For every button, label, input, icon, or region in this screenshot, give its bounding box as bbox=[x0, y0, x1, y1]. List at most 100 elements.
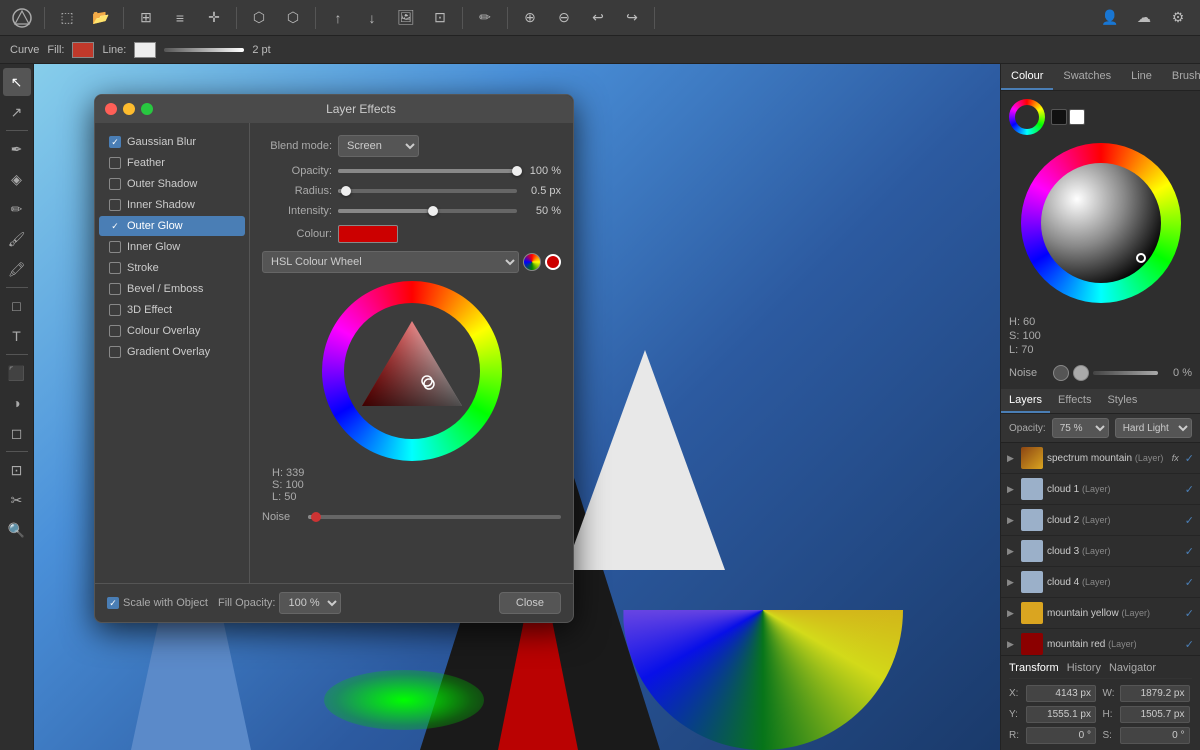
tab-swatches[interactable]: Swatches bbox=[1053, 64, 1121, 90]
effect-checkbox-inner-glow[interactable] bbox=[109, 241, 121, 253]
tab-styles[interactable]: Styles bbox=[1099, 389, 1145, 413]
expand-icon-mountain-yellow[interactable]: ▶ bbox=[1007, 608, 1017, 619]
color-wheel-select[interactable]: HSL Colour Wheel RGB Sliders CMYK Slider… bbox=[262, 251, 519, 273]
effect-gaussian-blur[interactable]: ✓ Gaussian Blur bbox=[99, 132, 245, 152]
crop-tool[interactable]: ⊡ bbox=[3, 456, 31, 484]
layer-item-cloud1[interactable]: ▶ cloud 1 (Layer) ✓ bbox=[1001, 474, 1200, 505]
layer-item-cloud2[interactable]: ▶ cloud 2 (Layer) ✓ bbox=[1001, 505, 1200, 536]
expand-icon-cloud1[interactable]: ▶ bbox=[1007, 484, 1017, 495]
zoom-out-icon[interactable]: ⊖ bbox=[550, 4, 578, 32]
slice-tool[interactable]: ✂ bbox=[3, 486, 31, 514]
layer-vis-cloud4[interactable]: ✓ bbox=[1185, 576, 1194, 589]
grid-icon[interactable]: ⊞ bbox=[132, 4, 160, 32]
colour-swatch[interactable] bbox=[338, 225, 398, 243]
transform-icon[interactable]: ⬡ bbox=[245, 4, 273, 32]
effect-checkbox-outer-shadow[interactable] bbox=[109, 178, 121, 190]
tab-brushes[interactable]: Brushes bbox=[1162, 64, 1200, 90]
brush-tool[interactable]: 🖌 bbox=[3, 225, 31, 253]
expand-icon-cloud4[interactable]: ▶ bbox=[1007, 577, 1017, 588]
transform-tab-navigator[interactable]: Navigator bbox=[1109, 662, 1156, 674]
direct-select-tool[interactable]: ↗ bbox=[3, 98, 31, 126]
mirror-icon[interactable]: ⬡ bbox=[279, 4, 307, 32]
layer-vis-cloud1[interactable]: ✓ bbox=[1185, 483, 1194, 496]
export-icon[interactable]: ↑ bbox=[324, 4, 352, 32]
noise-circle-2-icon[interactable] bbox=[1073, 365, 1089, 381]
blend-mode-select[interactable]: Screen Normal Multiply Hard Light bbox=[338, 135, 419, 157]
layer-vis-mountain-red[interactable]: ✓ bbox=[1185, 638, 1194, 651]
hue-sq-white[interactable] bbox=[1069, 109, 1085, 125]
zoom-in-icon[interactable]: ⊕ bbox=[516, 4, 544, 32]
dialog-maximize-button[interactable] bbox=[141, 103, 153, 115]
layer-item-cloud4[interactable]: ▶ cloud 4 (Layer) ✓ bbox=[1001, 567, 1200, 598]
expand-icon[interactable]: ▶ bbox=[1007, 453, 1017, 464]
hue-sq-black[interactable] bbox=[1051, 109, 1067, 125]
layer-vis-mountain-yellow[interactable]: ✓ bbox=[1185, 607, 1194, 620]
snap-icon[interactable]: ✛ bbox=[200, 4, 228, 32]
line-swatch[interactable] bbox=[134, 42, 156, 58]
opacity-slider[interactable] bbox=[338, 169, 517, 173]
scale-checkbox[interactable]: ✓ bbox=[107, 597, 119, 609]
blend-mode-select-layers[interactable]: Hard Light Normal Screen Multiply bbox=[1115, 418, 1192, 438]
y-input[interactable] bbox=[1026, 706, 1096, 723]
expand-icon-mountain-red[interactable]: ▶ bbox=[1007, 639, 1017, 650]
effect-checkbox-gradient-overlay[interactable] bbox=[109, 346, 121, 358]
fill-tool[interactable]: ⬛ bbox=[3, 359, 31, 387]
color-wheel-preview[interactable] bbox=[1009, 99, 1045, 135]
effect-feather[interactable]: Feather bbox=[99, 153, 245, 173]
color-pick-icon[interactable] bbox=[545, 254, 561, 270]
effect-checkbox-stroke[interactable] bbox=[109, 262, 121, 274]
zoom-tool[interactable]: 🔍 bbox=[3, 516, 31, 544]
effect-bevel-emboss[interactable]: Bevel / Emboss bbox=[99, 279, 245, 299]
pen-icon[interactable]: ✏ bbox=[471, 4, 499, 32]
text-tool[interactable]: T bbox=[3, 322, 31, 350]
effect-checkbox-bevel-emboss[interactable] bbox=[109, 283, 121, 295]
effect-checkbox-inner-shadow[interactable] bbox=[109, 199, 121, 211]
layer-vis-cloud2[interactable]: ✓ bbox=[1185, 514, 1194, 527]
effect-stroke[interactable]: Stroke bbox=[99, 258, 245, 278]
effect-outer-shadow[interactable]: Outer Shadow bbox=[99, 174, 245, 194]
select-tool[interactable]: ↖ bbox=[3, 68, 31, 96]
close-button[interactable]: Close bbox=[499, 592, 561, 614]
pen-tool[interactable]: ✒ bbox=[3, 135, 31, 163]
dialog-minimize-button[interactable] bbox=[123, 103, 135, 115]
image-icon[interactable]: 🖼 bbox=[392, 4, 420, 32]
transparency-tool[interactable]: ◻ bbox=[3, 419, 31, 447]
layer-item-mountain-yellow[interactable]: ▶ mountain yellow (Layer) ✓ bbox=[1001, 598, 1200, 629]
main-color-wheel[interactable] bbox=[1021, 143, 1181, 303]
opacity-select-layers[interactable]: 75 % 100 % 50 % bbox=[1052, 418, 1109, 438]
scale-with-object-check[interactable]: ✓ Scale with Object bbox=[107, 597, 208, 609]
layer-vis-cloud3[interactable]: ✓ bbox=[1185, 545, 1194, 558]
effect-inner-glow[interactable]: Inner Glow bbox=[99, 237, 245, 257]
s-input[interactable] bbox=[1120, 727, 1190, 744]
redo-icon[interactable]: ↪ bbox=[618, 4, 646, 32]
noise-slider[interactable] bbox=[308, 515, 561, 519]
dialog-close-button[interactable] bbox=[105, 103, 117, 115]
undo-icon[interactable]: ↩ bbox=[584, 4, 612, 32]
paint-tool[interactable]: 🖍 bbox=[3, 255, 31, 283]
radius-slider[interactable] bbox=[338, 189, 517, 193]
gradient-tool[interactable]: ◑ bbox=[3, 389, 31, 417]
color-wheel-canvas[interactable] bbox=[322, 281, 502, 461]
import-icon[interactable]: ↓ bbox=[358, 4, 386, 32]
effect-checkbox-feather[interactable] bbox=[109, 157, 121, 169]
node-tool[interactable]: ◈ bbox=[3, 165, 31, 193]
effect-gradient-overlay[interactable]: Gradient Overlay bbox=[99, 342, 245, 362]
h-input[interactable] bbox=[1120, 706, 1190, 723]
tab-line[interactable]: Line bbox=[1121, 64, 1162, 90]
line-weight-slider[interactable] bbox=[164, 48, 244, 52]
w-input[interactable] bbox=[1120, 685, 1190, 702]
layer-item-cloud3[interactable]: ▶ cloud 3 (Layer) ✓ bbox=[1001, 536, 1200, 567]
effect-colour-overlay[interactable]: Colour Overlay bbox=[99, 321, 245, 341]
new-icon[interactable]: ⬚ bbox=[53, 4, 81, 32]
effect-checkbox-gaussian-blur[interactable]: ✓ bbox=[109, 136, 121, 148]
layer-item-mountain-red[interactable]: ▶ mountain red (Layer) ✓ bbox=[1001, 629, 1200, 655]
fill-swatch[interactable] bbox=[72, 42, 94, 58]
layer-item-spectrum-mountain[interactable]: ▶ spectrum mountain (Layer) fx ✓ bbox=[1001, 443, 1200, 474]
pencil-tool[interactable]: ✏ bbox=[3, 195, 31, 223]
tab-colour[interactable]: Colour bbox=[1001, 64, 1053, 90]
tab-effects[interactable]: Effects bbox=[1050, 389, 1099, 413]
expand-icon-cloud2[interactable]: ▶ bbox=[1007, 515, 1017, 526]
effect-outer-glow[interactable]: ✓ Outer Glow bbox=[99, 216, 245, 236]
effect-inner-shadow[interactable]: Inner Shadow bbox=[99, 195, 245, 215]
open-icon[interactable]: 📂 bbox=[87, 4, 115, 32]
